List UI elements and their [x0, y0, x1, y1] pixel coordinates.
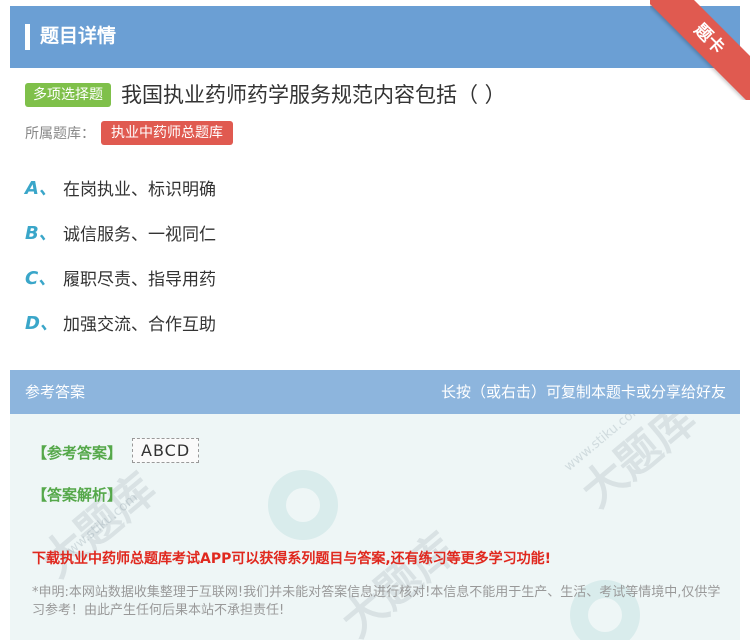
bank-link[interactable]: 执业中药师总题库	[101, 121, 233, 145]
watermark-text: 大题库	[331, 523, 466, 640]
reference-answer-label: 【参考答案】	[32, 444, 123, 462]
option-text: 在岗执业、标识明确	[63, 179, 216, 200]
option-text: 加强交流、合作互助	[63, 314, 216, 335]
question-type-badge: 多项选择题	[25, 83, 111, 107]
answer-panel[interactable]: 大题库 大题库 大题库 www.stiku.com www.stiku.com …	[10, 370, 740, 640]
option-d[interactable]: D、 加强交流、合作互助	[25, 309, 216, 335]
option-text: 诚信服务、一视同仁	[63, 224, 216, 245]
reference-answer-value: ABCD	[132, 438, 200, 463]
question-line: 多项选择题 我国执业药师药学服务规范内容包括（ ）	[25, 78, 506, 112]
app-download-link[interactable]: 下载执业中药师总题库考试APP可以获得系列题目与答案,还有练习等更多学习功能!	[32, 548, 551, 568]
option-a[interactable]: A、 在岗执业、标识明确	[25, 174, 216, 200]
answer-header: 参考答案 长按（或右击）可复制本题卡或分享给好友	[10, 370, 740, 414]
option-letter: D、	[25, 313, 58, 334]
question-bank: 所属题库： 执业中药师总题库	[25, 121, 233, 145]
option-b[interactable]: B、 诚信服务、一视同仁	[25, 219, 216, 245]
answer-header-title: 参考答案	[25, 383, 86, 401]
watermark-logo-icon	[268, 470, 338, 540]
question-text: 我国执业药师药学服务规范内容包括（ ）	[121, 83, 506, 107]
option-letter: B、	[25, 223, 57, 244]
option-letter: A、	[25, 178, 57, 199]
answer-analysis-label: 【答案解析】	[32, 486, 123, 504]
option-text: 履职尽责、指导用药	[63, 269, 216, 290]
bank-label: 所属题库：	[25, 126, 95, 142]
option-c[interactable]: C、 履职尽责、指导用药	[25, 264, 216, 290]
disclaimer-text: *申明:本网站数据收集整理于互联网!我们并未能对答案信息进行核对!本信息不能用于…	[32, 585, 721, 618]
share-hint: 长按（或右击）可复制本题卡或分享给好友	[440, 383, 726, 401]
page-title: 题目详情	[40, 25, 117, 47]
header-accent	[25, 24, 30, 50]
header-bar: 题目详情	[10, 6, 740, 68]
option-letter: C、	[25, 268, 57, 289]
watermark-text: 大题库	[31, 463, 166, 588]
